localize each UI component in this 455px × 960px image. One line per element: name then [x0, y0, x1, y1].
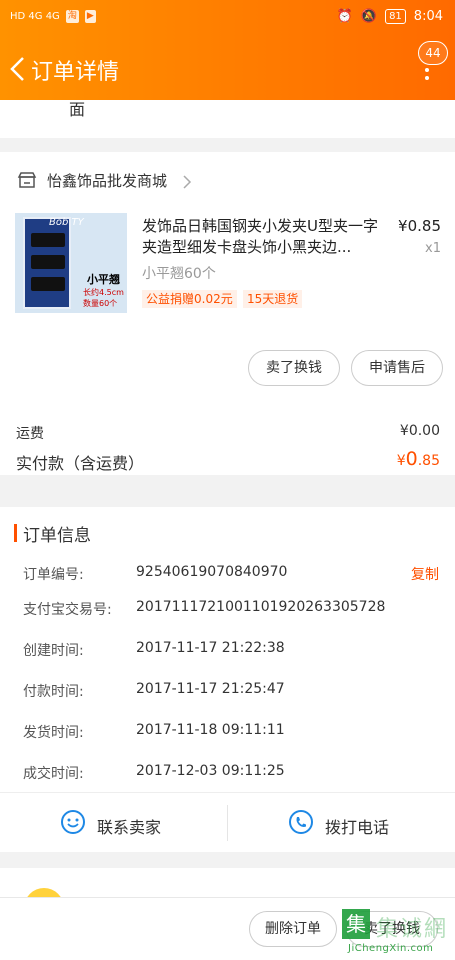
- freight-value: ¥0.00: [399, 423, 440, 439]
- product-image[interactable]: Bob TY 小平翘 长约4.5cm 数量60个: [15, 213, 127, 313]
- image-text-2: 长约4.5cm: [83, 288, 124, 297]
- freight-label: 运费: [16, 426, 44, 442]
- call-label: 拨打电话: [325, 818, 390, 837]
- image-brand-text: Bob TY: [49, 217, 84, 228]
- page-title: 订单详情: [31, 60, 120, 85]
- bottom-action-bar: 删除订单 卖了换钱: [0, 897, 455, 960]
- total-label: 实付款（含运费）: [16, 454, 145, 473]
- product-title[interactable]: 发饰品日韩国钢夹小发夹U型夹一字夹造型细发卡盘头饰小黑夹边...: [142, 216, 384, 258]
- contact-seller-label: 联系卖家: [97, 818, 162, 837]
- call-button[interactable]: 拨打电话: [228, 793, 455, 853]
- return-policy-tag: 15天退货: [243, 290, 303, 308]
- sell-button[interactable]: 卖了换钱: [248, 350, 340, 386]
- order-number-label: 订单编号:: [23, 567, 84, 583]
- back-button[interactable]: [8, 54, 28, 84]
- chevron-left-icon: [10, 57, 24, 81]
- total-value: ¥0.85: [396, 448, 440, 470]
- contact-row: 联系卖家 拨打电话: [0, 792, 455, 852]
- created-time-value: 2017-11-17 21:22:38: [136, 640, 285, 656]
- hairclip-card-graphic: [23, 217, 71, 309]
- delete-order-button[interactable]: 删除订单: [249, 911, 337, 947]
- shop-card: 怡鑫饰品批发商城 Bob TY 小平翘 长约4.5cm 数量60个 发饰品日韩国…: [0, 152, 455, 475]
- notification-icon: 淘: [65, 10, 79, 23]
- copy-button[interactable]: 复制: [411, 564, 439, 584]
- shop-name[interactable]: 怡鑫饰品批发商城: [47, 170, 167, 191]
- image-text-1: 小平翘: [87, 273, 120, 286]
- bottom-sell-button[interactable]: 卖了换钱: [346, 911, 438, 947]
- product-quantity: x1: [425, 241, 441, 256]
- product-price: ¥0.85: [398, 217, 441, 235]
- contact-seller-button[interactable]: 联系卖家: [0, 793, 227, 853]
- chevron-right-icon[interactable]: [182, 174, 192, 194]
- deal-time-label: 成交时间:: [23, 766, 84, 782]
- section-accent-bar: [14, 524, 17, 542]
- message-count-badge[interactable]: 44: [418, 41, 448, 65]
- battery-indicator: 81: [385, 9, 406, 24]
- video-icon: ▶: [84, 10, 96, 23]
- order-number-value: 92540619070840970: [136, 564, 288, 580]
- order-info-card: 订单信息 订单编号: 92540619070840970 复制 支付宝交易号: …: [0, 507, 455, 792]
- created-time-label: 创建时间:: [23, 643, 84, 659]
- deal-time-value: 2017-12-03 09:11:25: [136, 763, 285, 779]
- partial-text: 面: [69, 100, 86, 119]
- clock: 8:04: [413, 9, 443, 24]
- shipped-time-value: 2017-11-18 09:11:11: [136, 722, 285, 738]
- status-right: ⏰ 🔕 81 8:04: [337, 9, 443, 24]
- shipped-time-label: 发货时间:: [23, 725, 84, 741]
- phone-icon: [288, 809, 314, 839]
- order-info-title: 订单信息: [23, 526, 91, 546]
- store-icon: [17, 171, 37, 193]
- alipay-trade-value: 20171117210011019202633057​28: [136, 599, 386, 615]
- app-header: HD 4G 4G 淘 ▶ ⏰ 🔕 81 8:04 订单详情 44: [0, 0, 455, 100]
- chat-icon: [60, 809, 86, 839]
- signal-indicator: HD 4G 4G: [10, 11, 60, 22]
- paid-time-value: 2017-11-17 21:25:47: [136, 681, 285, 697]
- mute-icon: 🔕: [360, 9, 378, 24]
- after-sales-button[interactable]: 申请售后: [351, 350, 443, 386]
- product-sku: 小平翘60个: [142, 266, 216, 282]
- alipay-trade-label: 支付宝交易号:: [23, 602, 112, 618]
- alarm-icon: ⏰: [336, 9, 353, 24]
- image-text-3: 数量60个: [83, 299, 118, 308]
- status-bar: HD 4G 4G 淘 ▶ ⏰ 🔕 81 8:04: [0, 0, 455, 36]
- status-left: HD 4G 4G 淘 ▶: [10, 10, 96, 23]
- charity-tag: 公益捐赠0.02元: [142, 290, 237, 308]
- paid-time-label: 付款时间:: [23, 684, 84, 700]
